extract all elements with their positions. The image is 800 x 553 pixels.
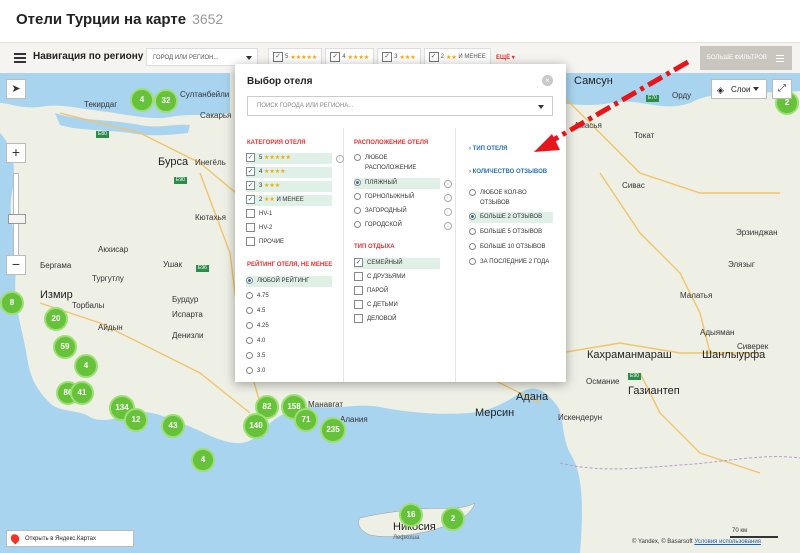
annotation-arrow (534, 59, 690, 152)
arrow-line (546, 59, 690, 146)
